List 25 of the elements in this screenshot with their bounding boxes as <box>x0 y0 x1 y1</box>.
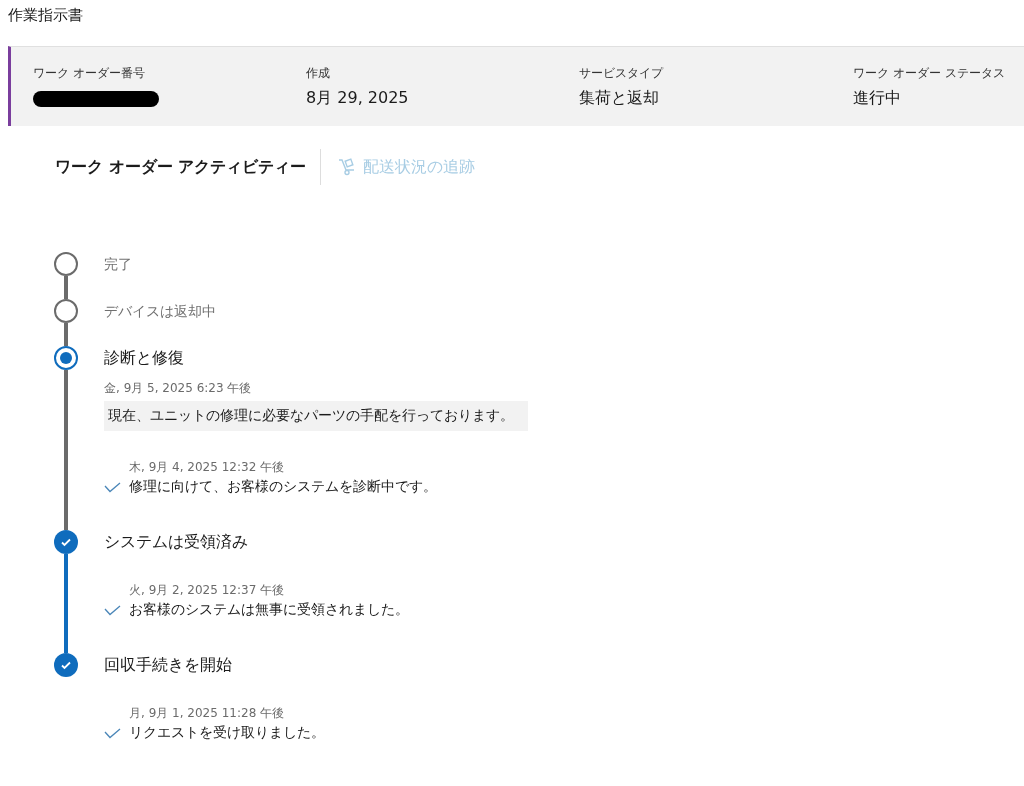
field-value: 進行中 <box>853 88 902 109</box>
field-label: ワーク オーダー ステータス <box>853 65 1006 82</box>
timestamp: 火, 9月 2, 2025 12:37 午後 <box>128 582 286 599</box>
step-title: システムは受領済み <box>104 531 249 553</box>
field-value: 集荷と返却 <box>579 88 660 109</box>
update-message: お客様のシステムは無事に受領されました。 <box>129 601 409 619</box>
tab[interactable]: ワーク オーダー アクティビティー <box>55 148 321 186</box>
timestamp: 木, 9月 4, 2025 12:32 午後 <box>128 459 286 476</box>
note-message: 現在、ユニットの修理に必要なパーツの手配を行っております。 <box>104 401 528 431</box>
field-label: ワーク オーダー番号 <box>33 65 146 82</box>
check-icon <box>104 727 121 739</box>
step-title: デバイスは返却中 <box>104 302 217 321</box>
timestamp: 月, 9月 1, 2025 11:28 午後 <box>128 705 286 722</box>
step-title: 診断と修復 <box>104 347 185 369</box>
timestamp: 金, 9月 5, 2025 6:23 午後 <box>104 380 253 397</box>
page-title: 作業指示書 <box>7 5 84 26</box>
field-value: 8月 29, 2025 <box>306 88 410 109</box>
check-icon <box>104 481 121 493</box>
update-message: 修理に向けて、お客様のシステムを診断中です。 <box>129 478 437 496</box>
update-message: リクエストを受け取りました。 <box>129 724 325 742</box>
check-icon <box>104 604 121 616</box>
field-label: 作成 <box>306 65 331 82</box>
step-title: 完了 <box>104 255 133 274</box>
step-title: 回収手続きを開始 <box>104 654 233 676</box>
field-label: サービスタイプ <box>579 65 665 82</box>
